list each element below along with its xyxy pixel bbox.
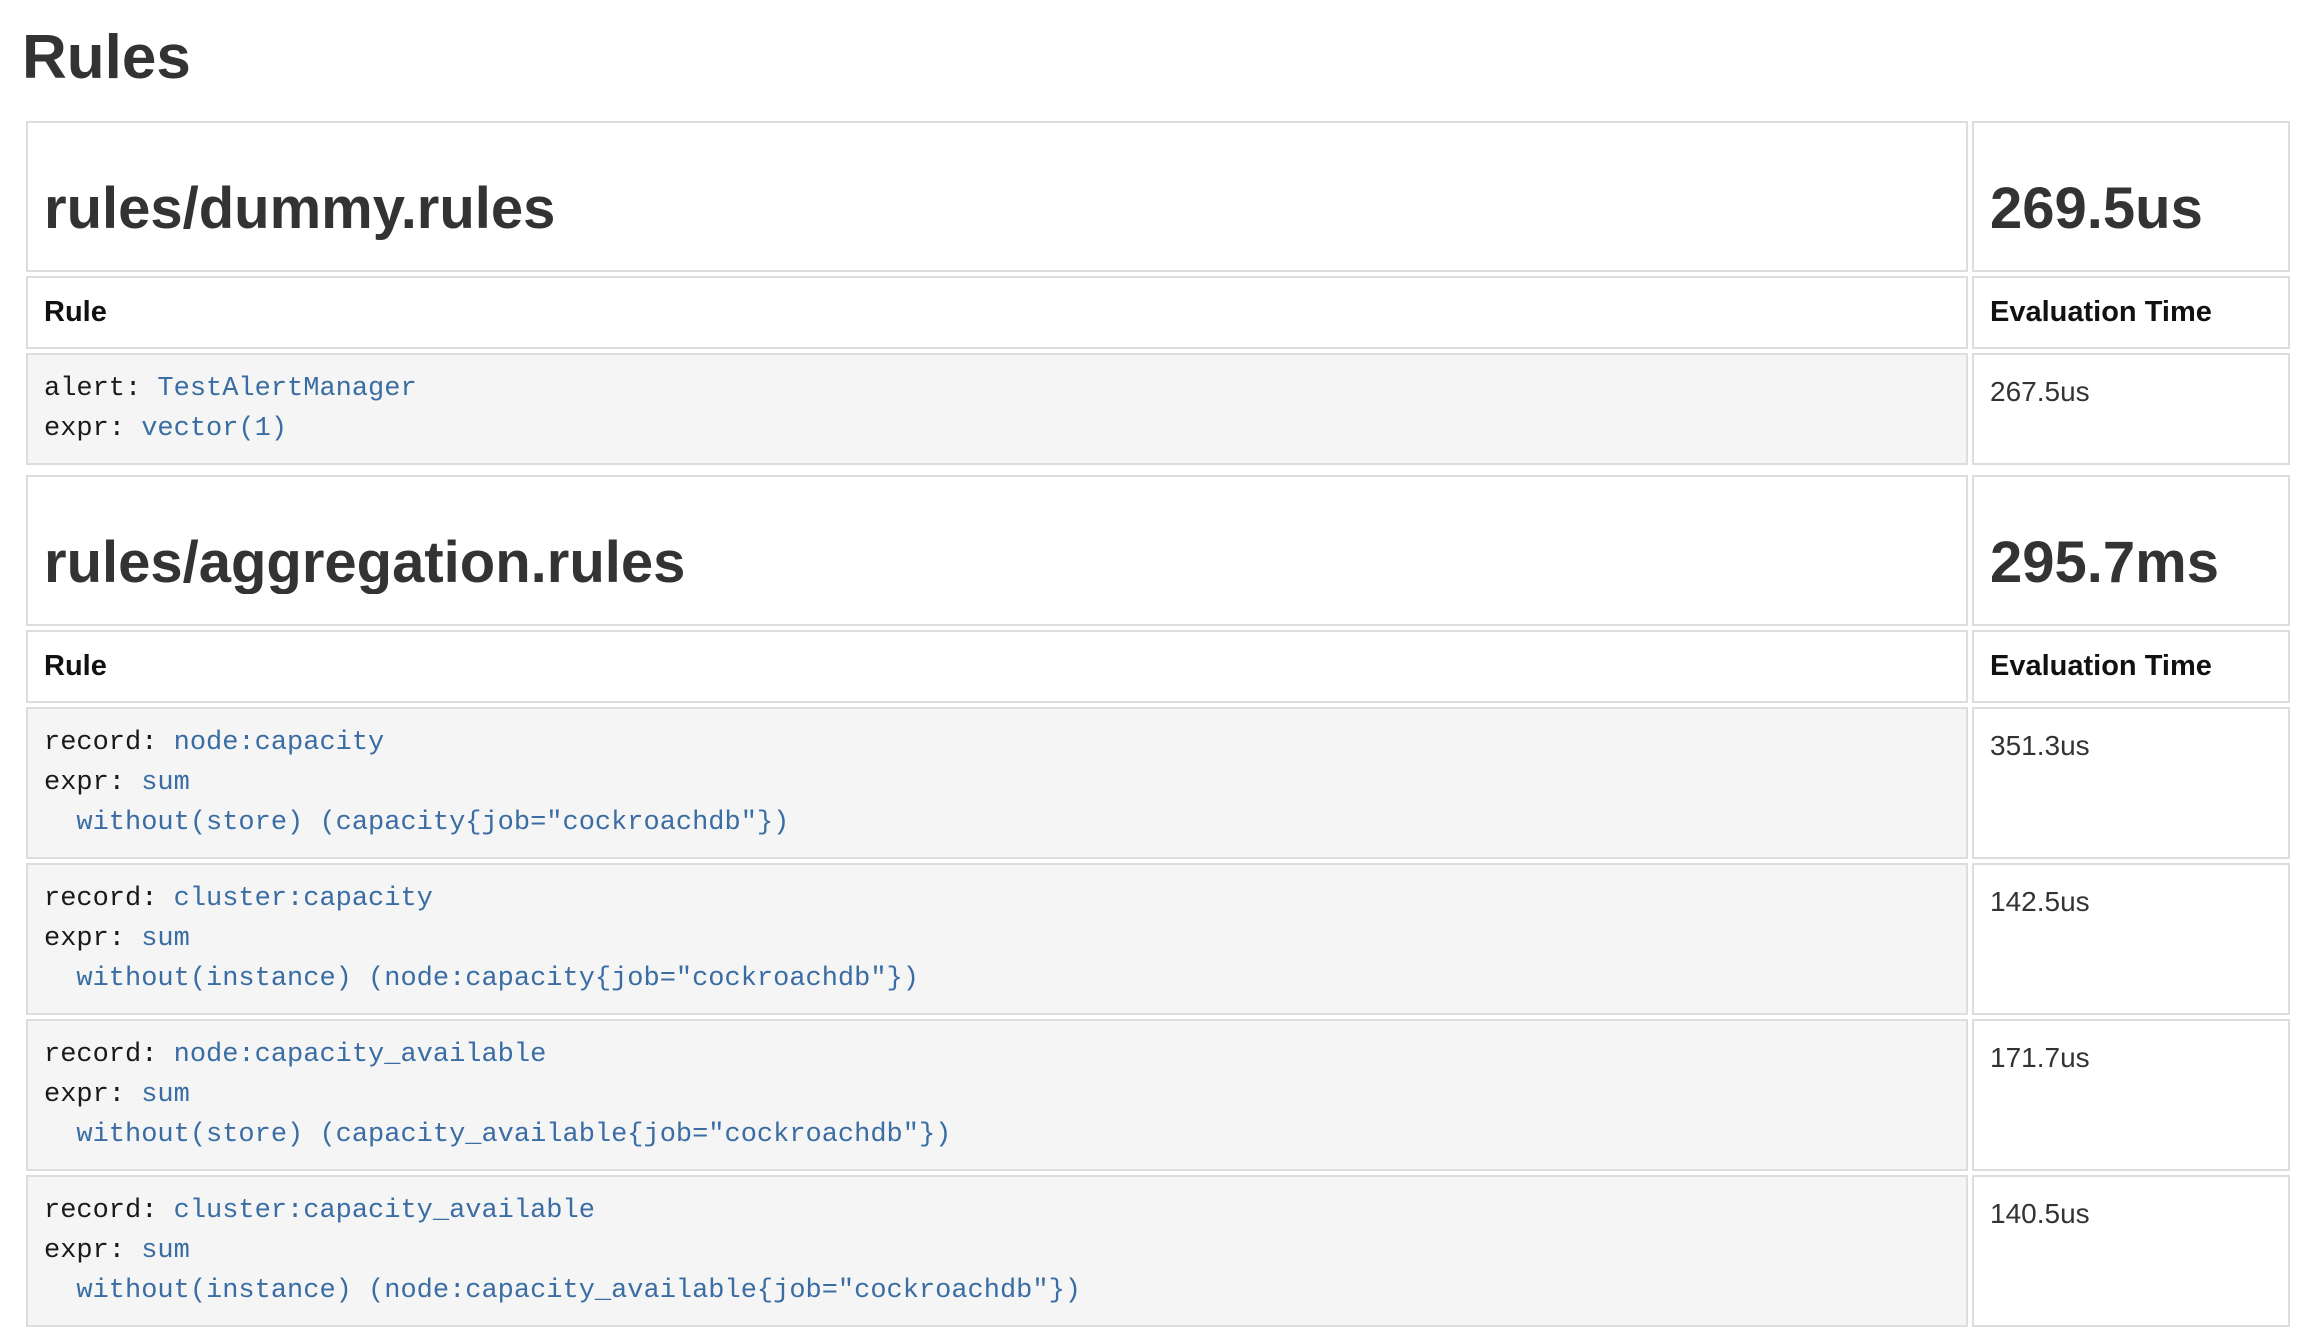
code-expression-link[interactable]: TestAlertManager <box>157 374 416 404</box>
code-key: record: <box>44 1040 174 1070</box>
code-expression-link[interactable]: without(instance) (node:capacity_availab… <box>44 1276 1081 1306</box>
rule-group-table: rules/aggregation.rules 295.7ms Rule Eva… <box>22 471 2294 1331</box>
evaluation-time-column-header: Evaluation Time <box>1972 276 2290 349</box>
rule-row: record: cluster:capacity expr: sum witho… <box>26 863 2290 1015</box>
evaluation-time-column-header: Evaluation Time <box>1972 630 2290 703</box>
rule-row: record: node:capacity_available expr: su… <box>26 1019 2290 1171</box>
evaluation-time-cell: 171.7us <box>1972 1019 2290 1171</box>
rule-cell: alert: TestAlertManager expr: vector(1) <box>26 353 1968 465</box>
rule-cell: record: node:capacity_available expr: su… <box>26 1019 1968 1171</box>
code-expression-link[interactable]: cluster:capacity_available <box>174 1196 595 1226</box>
code-key: record: <box>44 1196 174 1226</box>
rule-row: record: cluster:capacity_available expr:… <box>26 1175 2290 1327</box>
code-key: expr: <box>44 414 141 444</box>
code-expression-link[interactable]: sum <box>141 768 190 798</box>
rule-cell: record: cluster:capacity expr: sum witho… <box>26 863 1968 1015</box>
page-title: Rules <box>22 22 2294 93</box>
column-header-row: Rule Evaluation Time <box>26 630 2290 703</box>
group-evaluation-time: 269.5us <box>1990 179 2272 240</box>
code-key: expr: <box>44 1236 141 1266</box>
group-eval-cell: 269.5us <box>1972 121 2290 272</box>
code-expression-link[interactable]: node:capacity <box>174 728 385 758</box>
rule-row: record: node:capacity expr: sum without(… <box>26 707 2290 859</box>
rule-code-line: expr: sum <box>44 1075 1950 1115</box>
rule-row: alert: TestAlertManager expr: vector(1) … <box>26 353 2290 465</box>
rule-code-line: record: cluster:capacity_available <box>44 1191 1950 1231</box>
code-expression-link[interactable]: node:capacity_available <box>174 1040 547 1070</box>
code-key: expr: <box>44 768 141 798</box>
rule-code-line: without(store) (capacity{job="cockroachd… <box>44 803 1950 843</box>
group-evaluation-time: 295.7ms <box>1990 533 2272 594</box>
code-expression-link[interactable]: without(store) (capacity{job="cockroachd… <box>44 808 789 838</box>
rule-cell: record: node:capacity expr: sum without(… <box>26 707 1968 859</box>
evaluation-time-cell: 142.5us <box>1972 863 2290 1015</box>
evaluation-time-cell: 267.5us <box>1972 353 2290 465</box>
rule-group-table: rules/dummy.rules 269.5us Rule Evaluatio… <box>22 117 2294 469</box>
code-expression-link[interactable]: sum <box>141 1236 190 1266</box>
code-expression-link[interactable]: vector(1) <box>141 414 287 444</box>
code-key: alert: <box>44 374 157 404</box>
rule-code-line: expr: sum <box>44 1231 1950 1271</box>
rule-cell: record: cluster:capacity_available expr:… <box>26 1175 1968 1327</box>
group-header-row: rules/dummy.rules 269.5us <box>26 121 2290 272</box>
rule-column-header: Rule <box>26 630 1968 703</box>
group-eval-cell: 295.7ms <box>1972 475 2290 626</box>
code-expression-link[interactable]: without(store) (capacity_available{job="… <box>44 1120 951 1150</box>
code-key: record: <box>44 728 174 758</box>
rule-column-header: Rule <box>26 276 1968 349</box>
code-expression-link[interactable]: sum <box>141 1080 190 1110</box>
rule-code-line: without(instance) (node:capacity_availab… <box>44 1271 1950 1311</box>
code-expression-link[interactable]: cluster:capacity <box>174 884 433 914</box>
group-file-name: rules/dummy.rules <box>44 179 1950 240</box>
code-key: expr: <box>44 1080 141 1110</box>
code-expression-link[interactable]: without(instance) (node:capacity{job="co… <box>44 964 919 994</box>
group-header-cell: rules/dummy.rules <box>26 121 1968 272</box>
rule-code-line: alert: TestAlertManager <box>44 369 1950 409</box>
rule-code-line: expr: vector(1) <box>44 409 1950 449</box>
evaluation-time-cell: 140.5us <box>1972 1175 2290 1327</box>
rule-code-line: expr: sum <box>44 763 1950 803</box>
group-header-cell: rules/aggregation.rules <box>26 475 1968 626</box>
rule-code-line: expr: sum <box>44 919 1950 959</box>
group-header-row: rules/aggregation.rules 295.7ms <box>26 475 2290 626</box>
rule-code-line: without(store) (capacity_available{job="… <box>44 1115 1950 1155</box>
code-expression-link[interactable]: sum <box>141 924 190 954</box>
code-key: expr: <box>44 924 141 954</box>
code-key: record: <box>44 884 174 914</box>
column-header-row: Rule Evaluation Time <box>26 276 2290 349</box>
rule-code-line: record: cluster:capacity <box>44 879 1950 919</box>
group-file-name: rules/aggregation.rules <box>44 533 1950 594</box>
evaluation-time-cell: 351.3us <box>1972 707 2290 859</box>
rule-code-line: record: node:capacity_available <box>44 1035 1950 1075</box>
rule-code-line: without(instance) (node:capacity{job="co… <box>44 959 1950 999</box>
rules-page: { "page": { "title": "Rules" }, "table":… <box>0 0 2316 1322</box>
rule-code-line: record: node:capacity <box>44 723 1950 763</box>
